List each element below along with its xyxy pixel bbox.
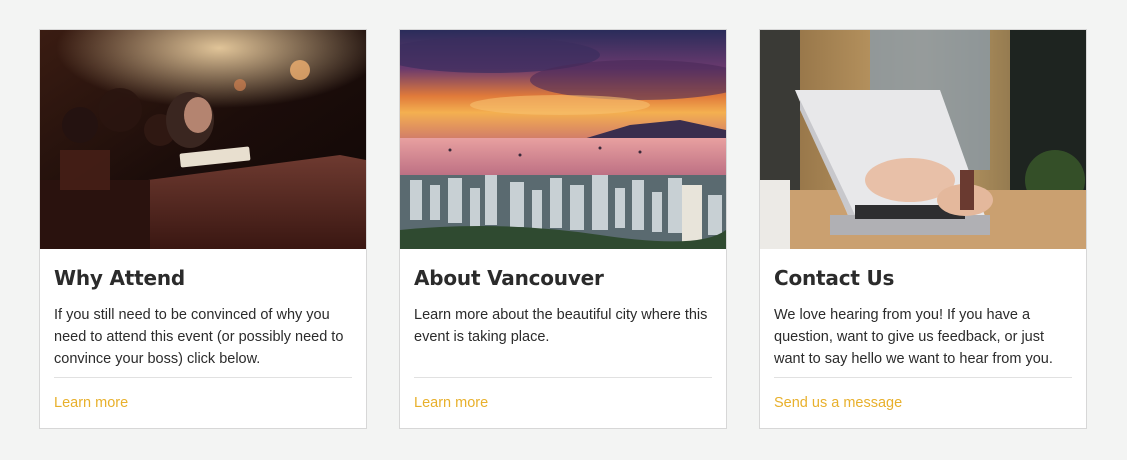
card-about-vancouver: About Vancouver Learn more about the bea… — [399, 29, 727, 429]
card-why-attend: Why Attend If you still need to be convi… — [39, 29, 367, 429]
card-title: About Vancouver — [414, 266, 604, 290]
card-divider — [774, 377, 1072, 378]
laptop-typing-photo — [760, 30, 1086, 249]
card-divider — [54, 377, 352, 378]
card-title: Contact Us — [774, 266, 895, 290]
learn-more-link[interactable]: Learn more — [414, 395, 488, 411]
learn-more-link[interactable]: Learn more — [54, 395, 128, 411]
cards-section: Why Attend If you still need to be convi… — [0, 0, 1127, 460]
vancouver-sunset-skyline-photo — [400, 30, 726, 249]
card-title: Why Attend — [54, 266, 186, 290]
card-contact-us: Contact Us We love hearing from you! If … — [759, 29, 1087, 429]
card-description: We love hearing from you! If you have a … — [774, 307, 1053, 367]
auditorium-audience-photo — [40, 30, 366, 249]
send-message-link[interactable]: Send us a message — [774, 395, 902, 411]
card-description: If you still need to be convinced of why… — [54, 307, 344, 367]
card-divider — [414, 377, 712, 378]
card-description: Learn more about the beautiful city wher… — [414, 307, 708, 345]
